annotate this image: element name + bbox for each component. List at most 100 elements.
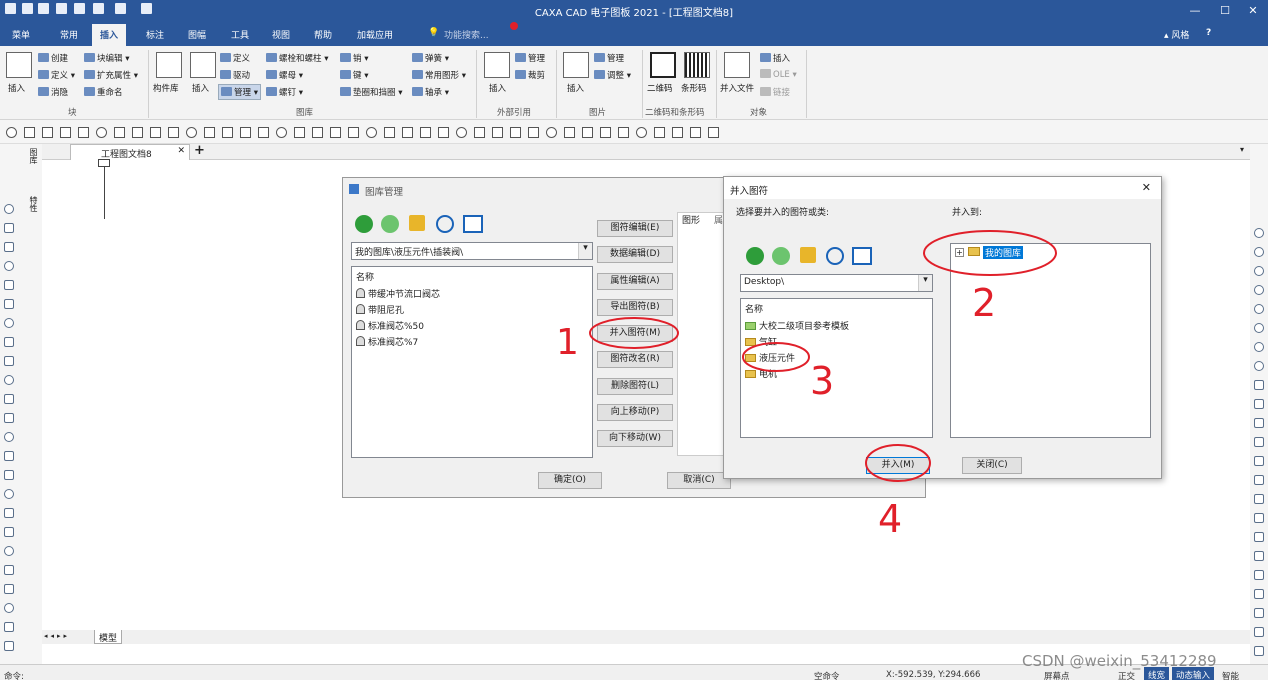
tab-load-app[interactable]: 加载应用 — [357, 28, 393, 41]
left-tool-icon[interactable] — [4, 280, 14, 290]
delete-symbol-button[interactable]: 删除图符(L) — [597, 378, 673, 395]
draw-tool-icon[interactable] — [294, 127, 305, 138]
xref-manage-button[interactable]: 管理 — [515, 52, 545, 64]
right-tool-icon[interactable] — [1254, 627, 1264, 637]
left-tool-icon[interactable] — [4, 394, 14, 404]
rename-button[interactable]: 重命名 — [84, 86, 123, 98]
ortho-toggle[interactable]: 正交 — [1118, 670, 1135, 680]
draw-tool-icon[interactable] — [258, 127, 269, 138]
tab-menu[interactable]: 菜单 — [12, 28, 30, 41]
draw-tool-icon[interactable] — [78, 127, 89, 138]
up-folder-icon[interactable] — [800, 247, 816, 263]
right-tool-icon[interactable] — [1254, 589, 1264, 599]
left-tool-icon[interactable] — [4, 641, 14, 651]
left-tool-icon[interactable] — [4, 261, 14, 271]
merge-button[interactable]: 并入(M) — [866, 457, 930, 474]
left-tool-icon[interactable] — [4, 584, 14, 594]
left-tool-icon[interactable] — [4, 299, 14, 309]
right-tool-icon[interactable] — [1254, 304, 1264, 314]
spring-button[interactable]: 弹簧 ▾ — [412, 52, 449, 64]
key-button[interactable]: 键 ▾ — [340, 69, 368, 81]
bolt-button[interactable]: 螺栓和螺柱 ▾ — [266, 52, 328, 64]
tab-preview-graphic[interactable]: 图形 — [682, 213, 700, 226]
object-insert-button[interactable]: 插入 — [760, 52, 790, 64]
extend-attr-button[interactable]: 扩充属性 ▾ — [84, 69, 138, 81]
target-tree-item[interactable]: 我的图库 — [983, 246, 1024, 259]
model-tab[interactable]: 模型 — [94, 630, 123, 644]
right-tool-icon[interactable] — [1254, 399, 1264, 409]
right-tool-icon[interactable] — [1254, 646, 1264, 656]
draw-tool-icon[interactable] — [420, 127, 431, 138]
list-item[interactable]: 带缓冲节流口阀芯 — [356, 287, 440, 300]
doc-tab-close-icon[interactable]: ✕ — [177, 146, 185, 156]
hide-button[interactable]: 消隐 — [38, 86, 68, 98]
create-block-button[interactable]: 创建 — [38, 52, 68, 64]
back-icon[interactable] — [355, 215, 373, 233]
ok-button[interactable]: 确定(O) — [538, 472, 602, 489]
draw-tool-icon[interactable] — [492, 127, 503, 138]
draw-tool-icon[interactable] — [528, 127, 539, 138]
chevron-down-icon[interactable]: ▾ — [578, 243, 592, 259]
draw-tool-icon[interactable] — [330, 127, 341, 138]
draw-tool-icon[interactable] — [510, 127, 521, 138]
tab-sheet[interactable]: 图幅 — [188, 28, 206, 41]
common-shapes-button[interactable]: 常用图形 ▾ — [412, 69, 466, 81]
define-block-button[interactable]: 定义 ▾ — [38, 69, 75, 81]
draw-tool-icon[interactable] — [276, 127, 287, 138]
manage-button[interactable]: 管理 ▾ — [218, 84, 261, 100]
draw-tool-icon[interactable] — [186, 127, 197, 138]
draw-tool-icon[interactable] — [582, 127, 593, 138]
image-insert-icon[interactable] — [563, 52, 589, 78]
draw-tool-icon[interactable] — [24, 127, 35, 138]
draw-tool-icon[interactable] — [618, 127, 629, 138]
doc-tab[interactable]: 工程图文档8 ✕ — [70, 144, 190, 160]
folder-item[interactable]: 液压元件 — [745, 351, 795, 364]
qr-code-icon[interactable] — [650, 52, 676, 78]
search-icon[interactable] — [436, 215, 454, 233]
tab-preview-attr[interactable]: 属 — [714, 213, 723, 226]
source-path-combobox[interactable]: Desktop\ ▾ — [740, 274, 933, 292]
left-tool-icon[interactable] — [4, 527, 14, 537]
bearing-button[interactable]: 轴承 ▾ — [412, 86, 449, 98]
symbol-list[interactable]: 名称 带缓冲节流口阀芯 带阻尼孔 标准阀芯%50 标准阀芯%7 — [351, 266, 593, 458]
properties-panel-tab[interactable]: 特性 — [26, 196, 38, 212]
draw-tool-icon[interactable] — [384, 127, 395, 138]
draw-tool-icon[interactable] — [690, 127, 701, 138]
draw-tool-icon[interactable] — [96, 127, 107, 138]
tab-annotate[interactable]: 标注 — [146, 28, 164, 41]
edit-symbol-button[interactable]: 图符编辑(E) — [597, 220, 673, 237]
smart-snap-toggle[interactable]: 智能 — [1222, 670, 1239, 680]
left-tool-icon[interactable] — [4, 622, 14, 632]
list-item[interactable]: 标准阀芯%50 — [356, 319, 424, 332]
left-tool-icon[interactable] — [4, 242, 14, 252]
left-tool-icon[interactable] — [4, 432, 14, 442]
right-tool-icon[interactable] — [1254, 456, 1264, 466]
pin-button[interactable]: 销 ▾ — [340, 52, 368, 64]
path-combobox[interactable]: 我的图库\液压元件\插装阀\ ▾ — [351, 242, 593, 260]
lib-define-button[interactable]: 定义 — [220, 52, 250, 64]
source-folder-list[interactable]: 名称 大校二级项目参考模板 气缸 液压元件 电机 — [740, 298, 933, 438]
left-tool-icon[interactable] — [4, 356, 14, 366]
rename-symbol-button[interactable]: 图符改名(R) — [597, 351, 673, 368]
search-icon[interactable] — [826, 247, 844, 265]
right-tool-icon[interactable] — [1254, 608, 1264, 618]
tab-help[interactable]: 帮助 — [314, 28, 332, 41]
draw-tool-icon[interactable] — [456, 127, 467, 138]
snap-mode[interactable]: 屏幕点 — [1044, 670, 1070, 680]
expand-icon[interactable]: + — [955, 248, 964, 257]
right-tool-icon[interactable] — [1254, 266, 1264, 276]
edit-attr-button[interactable]: 属性编辑(A) — [597, 273, 673, 290]
component-lib-icon[interactable] — [156, 52, 182, 78]
left-tool-icon[interactable] — [4, 546, 14, 556]
right-tool-icon[interactable] — [1254, 494, 1264, 504]
layout-nav-icon[interactable]: ◂◂▸▸ — [44, 632, 70, 640]
draw-tool-icon[interactable] — [222, 127, 233, 138]
draw-tool-icon[interactable] — [168, 127, 179, 138]
left-tool-icon[interactable] — [4, 318, 14, 328]
right-tool-icon[interactable] — [1254, 247, 1264, 257]
image-adjust-button[interactable]: 调整 ▾ — [594, 69, 631, 81]
command-prompt[interactable]: 命令: — [4, 670, 24, 680]
folder-item[interactable]: 大校二级项目参考模板 — [745, 319, 849, 332]
left-tool-icon[interactable] — [4, 204, 14, 214]
block-insert-icon[interactable] — [6, 52, 32, 78]
